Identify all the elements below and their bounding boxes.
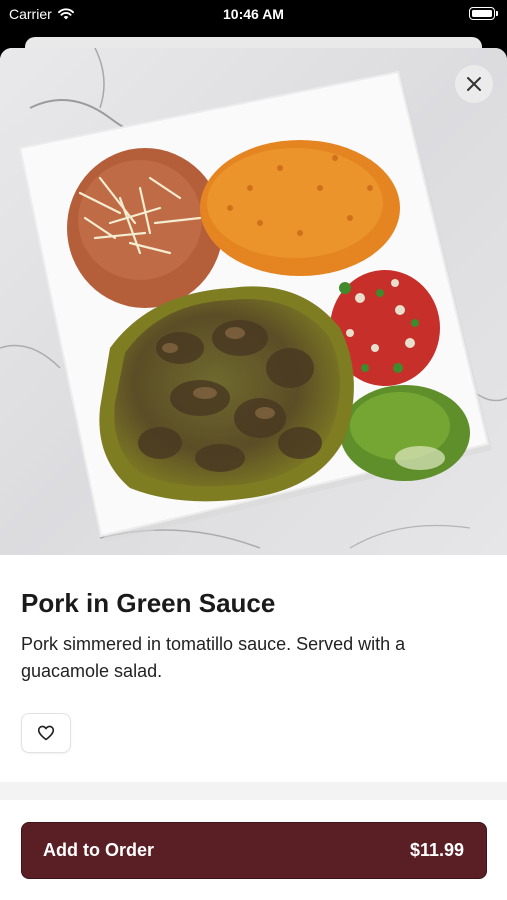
item-detail-sheet: Pork in Green Sauce Pork simmered in tom… xyxy=(0,48,507,900)
item-title: Pork in Green Sauce xyxy=(21,588,276,618)
food-plate-image xyxy=(0,48,507,555)
item-description: Pork simmered in tomatillo sauce. Served… xyxy=(21,634,406,681)
heart-icon xyxy=(37,725,55,741)
item-price: $11.99 xyxy=(409,840,464,860)
item-photo xyxy=(0,48,507,555)
section-divider xyxy=(0,782,507,800)
status-bar: Carrier 10:46 AM xyxy=(0,0,507,30)
battery-icon xyxy=(469,7,498,20)
status-time: 10:46 AM xyxy=(223,6,284,22)
favorite-button[interactable] xyxy=(21,713,71,753)
close-icon xyxy=(467,77,481,91)
close-button[interactable] xyxy=(455,65,493,103)
add-to-order-label: Add to Order xyxy=(43,840,154,860)
add-to-order-button[interactable]: Add to Order $11.99 xyxy=(21,822,487,879)
